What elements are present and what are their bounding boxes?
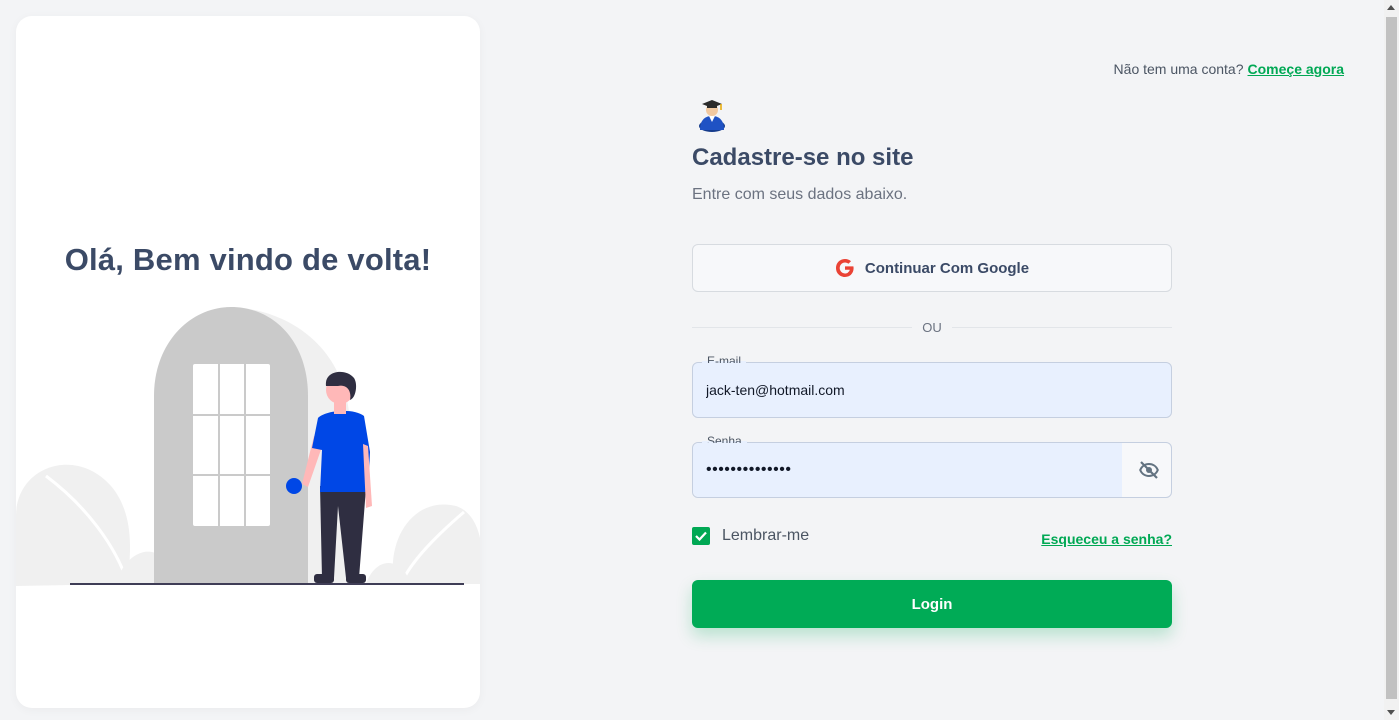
divider-text: OU xyxy=(922,319,942,335)
google-login-button[interactable]: Continuar Com Google xyxy=(692,244,1172,292)
password-field-wrapper: Senha xyxy=(692,434,1172,498)
remember-me: Lembrar-me xyxy=(692,527,809,545)
signup-prompt-text: Não tem uma conta? xyxy=(1113,61,1244,77)
signup-link[interactable]: Começe agora xyxy=(1248,61,1344,77)
form-title: Cadastre-se no site xyxy=(692,144,914,171)
forgot-password-link[interactable]: Esqueceu a senha? xyxy=(1041,531,1172,547)
email-field-wrapper: E-mail xyxy=(692,354,1172,418)
vertical-scrollbar[interactable] xyxy=(1384,0,1399,720)
password-input[interactable] xyxy=(693,443,1122,497)
remember-row: Lembrar-me Esqueceu a senha? xyxy=(692,524,1172,548)
form-subtitle: Entre com seus dados abaixo. xyxy=(692,186,908,203)
welcome-panel: Olá, Bem vindo de volta! xyxy=(16,16,480,708)
email-input[interactable] xyxy=(693,363,1171,417)
divider-line-left xyxy=(692,326,913,328)
google-g-icon xyxy=(835,259,854,277)
scrollbar-thumb[interactable] xyxy=(1386,17,1397,699)
door-knob xyxy=(286,478,302,494)
door-window xyxy=(193,364,270,526)
signup-prompt: Não tem uma conta? Começe agora xyxy=(1114,61,1344,77)
eye-off-icon[interactable] xyxy=(1137,458,1161,482)
check-icon xyxy=(695,531,707,542)
leaf-left xyxy=(16,464,131,586)
graduate-avatar-icon xyxy=(699,100,725,132)
login-button[interactable]: Login xyxy=(692,580,1172,628)
google-button-label: Continuar Com Google xyxy=(864,259,1030,277)
door-illustration xyxy=(16,307,480,586)
scroll-up-icon[interactable] xyxy=(1387,5,1395,10)
login-form: Cadastre-se no site Entre com seus dados… xyxy=(692,96,1172,628)
remember-label: Lembrar-me xyxy=(722,527,810,544)
remember-checkbox[interactable] xyxy=(692,527,710,545)
divider-line-right xyxy=(951,326,1172,328)
scroll-down-icon[interactable] xyxy=(1387,710,1395,715)
welcome-heading: Olá, Bem vindo de volta! xyxy=(64,242,432,277)
or-divider: OU xyxy=(692,318,1172,336)
